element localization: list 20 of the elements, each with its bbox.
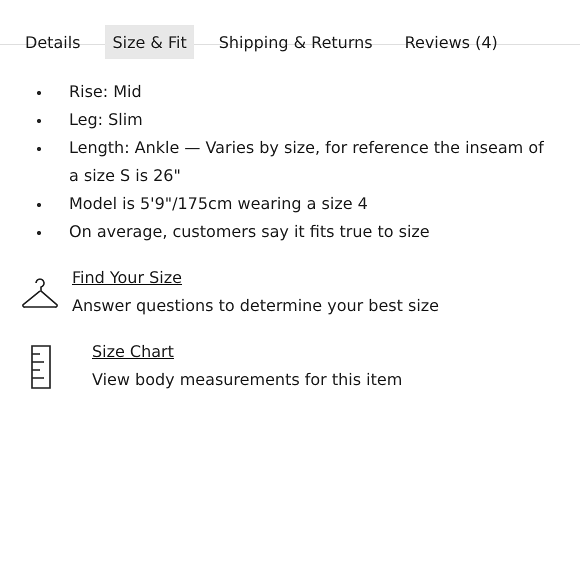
bullet-icon [37,231,41,235]
tab[interactable]: Reviews (4) [398,25,505,59]
bullet-icon [37,147,41,151]
description-text: View body measurements for this item [92,369,402,391]
detail-text: Leg: Slim [69,109,143,131]
description-text: Answer questions to determine your best size [72,295,440,317]
tab[interactable]: Shipping & Returns [212,25,380,59]
link[interactable]: Find Your Size [72,264,182,292]
detail-text: On average, customers say it fits true to size [69,221,430,243]
detail-text: Rise: Mid [69,81,142,103]
tab[interactable]: Size & Fit [105,25,194,59]
ruler-icon [30,345,52,389]
link[interactable]: Size Chart [92,338,174,366]
detail-text: Model is 5'9"/175cm wearing a size 4 [69,193,368,215]
tab[interactable]: Details [18,25,88,59]
bullet-icon [37,119,41,123]
hanger-icon [22,276,58,310]
detail-text: Length: Ankle — Varies by size, for reference the inseam of a size S is 26" [69,137,545,187]
bullet-icon [37,91,41,95]
bullet-icon [37,203,41,207]
